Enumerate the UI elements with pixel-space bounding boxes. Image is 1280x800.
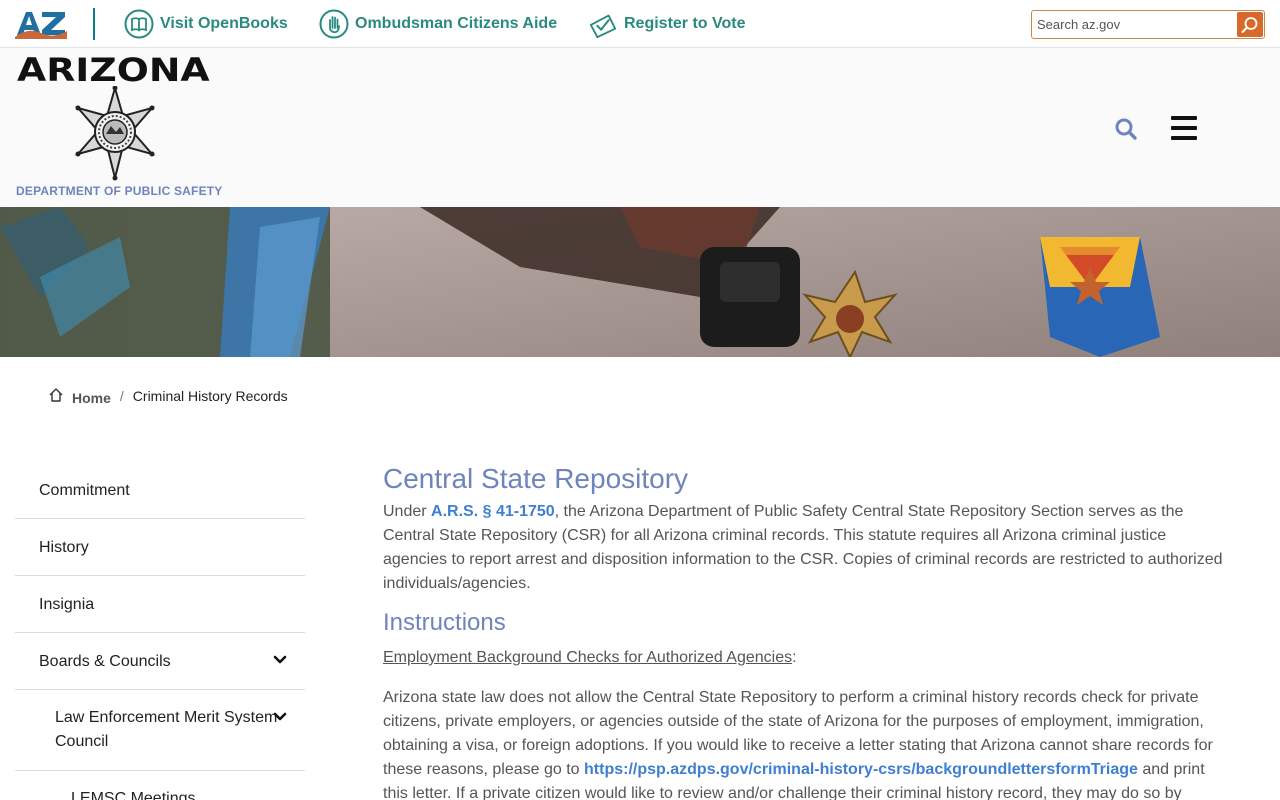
ombudsman-link[interactable]: Ombudsman Citizens Aide — [319, 8, 557, 40]
home-icon[interactable] — [48, 387, 64, 403]
sidebar-item-label: Law Enforcement Merit System Council — [55, 709, 278, 750]
ombudsman-label: Ombudsman Citizens Aide — [355, 15, 558, 32]
breadcrumb: Home / Criminal History Records — [48, 386, 288, 406]
sidebar-item-label: Commitment — [39, 482, 130, 499]
sidebar-item-boards-councils[interactable]: Boards & Councils — [15, 633, 305, 690]
register-to-vote-label: Register to Vote — [624, 15, 746, 32]
page-title: Central State Repository — [383, 463, 689, 494]
chevron-down-icon[interactable] — [273, 655, 287, 665]
visit-openbooks-link[interactable]: Visit OpenBooks — [124, 8, 288, 40]
sidebar-item-lemsc-meetings[interactable]: LEMSC Meetings — [15, 771, 305, 800]
sidebar-item-label: LEMSC Meetings — [71, 790, 196, 800]
sidebar-item-label: Insignia — [39, 596, 95, 613]
visit-openbooks-label: Visit OpenBooks — [160, 15, 288, 32]
hand-icon — [319, 9, 349, 39]
employment-subheading: Employment Background Checks for Authori… — [383, 649, 797, 666]
register-to-vote-link[interactable]: Register to Vote — [588, 8, 746, 40]
chevron-down-icon[interactable] — [273, 712, 287, 722]
site-header: ARIZONA DEPARTMENT OF PUBLIC SAFETY — [0, 48, 1280, 207]
sidebar-item-history[interactable]: History — [15, 519, 305, 576]
ars-statute-link[interactable]: A.R.S. § 41-1750 — [431, 503, 555, 520]
dps-star-badge-icon[interactable] — [66, 86, 164, 182]
main-content: Central State Repository Under A.R.S. § … — [383, 462, 1223, 800]
breadcrumb-home-link[interactable]: Home — [72, 390, 111, 406]
az-search-box — [1031, 10, 1265, 39]
az-search-button[interactable] — [1237, 12, 1263, 37]
trooper-photo — [0, 207, 1280, 357]
search-icon — [1241, 16, 1258, 33]
background-letters-link[interactable]: https://psp.azdps.gov/criminal-history-c… — [584, 761, 1138, 778]
az-logo[interactable] — [15, 9, 67, 39]
menu-icon[interactable] — [1171, 116, 1197, 140]
header-search-icon[interactable] — [1114, 117, 1138, 141]
breadcrumb-current: Criminal History Records — [132, 388, 288, 404]
sidebar-item-insignia[interactable]: Insignia — [15, 576, 305, 633]
book-icon — [124, 9, 154, 39]
az-divider — [93, 8, 95, 40]
side-navigation: Commitment History Insignia Boards & Cou… — [15, 462, 305, 800]
hero-banner-image — [0, 207, 1280, 357]
ballot-icon — [588, 9, 618, 39]
sidebar-item-label: History — [39, 539, 89, 556]
sidebar-item-lemsc[interactable]: Law Enforcement Merit System Council — [15, 690, 305, 771]
department-name: DEPARTMENT OF PUBLIC SAFETY — [16, 184, 223, 198]
instructions-heading: Instructions — [383, 609, 506, 636]
intro-paragraph: Under A.R.S. § 41-1750, the Arizona Depa… — [383, 503, 1223, 592]
az-search-input[interactable] — [1032, 12, 1232, 37]
az-top-bar: Visit OpenBooks Ombudsman Citizens Aide … — [0, 0, 1280, 48]
breadcrumb-separator: / — [119, 388, 124, 404]
sidebar-item-commitment[interactable]: Commitment — [15, 462, 305, 519]
sidebar-item-label: Boards & Councils — [39, 653, 171, 670]
employment-paragraph: Arizona state law does not allow the Cen… — [383, 689, 1213, 800]
arizona-wordmark[interactable]: ARIZONA — [17, 54, 210, 86]
